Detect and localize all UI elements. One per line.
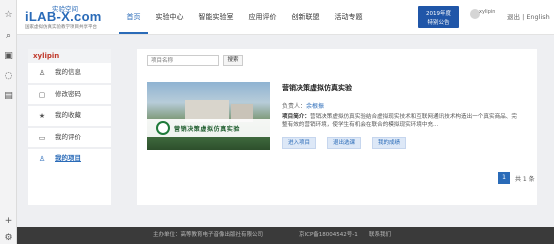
project-intro: 项目简介：营销决策虚拟仿真实验结合虚拟现实技术和互联网通讯技术构造出一个真实商品… [282, 113, 522, 129]
star-icon[interactable]: ☆ [3, 10, 14, 21]
logo-subtitle: 国家虚拟仿真实验教学项目共享平台 [25, 25, 97, 30]
comment-icon: ▭ [38, 133, 46, 142]
cover-banner-text: 营销决策虚拟仿真实验 [174, 126, 241, 133]
owner-name[interactable]: 余根振 [306, 103, 324, 110]
nav-home[interactable]: 首页 [119, 0, 148, 34]
main-content: 搜索 营销决策虚拟仿真实验 营销决策虚拟仿真实验 负责人：余根振 项目简介：营销… [137, 49, 537, 205]
footer-contact-link[interactable]: 联系我们 [369, 227, 391, 244]
drop-course-button[interactable]: 退出选课 [327, 137, 361, 149]
nav-smart-lab[interactable]: 智能实验室 [191, 0, 241, 35]
main-nav: 首页 实验中心 智能实验室 应用评价 创新联盟 活动专题 [119, 0, 370, 35]
school-emblem-icon [156, 121, 170, 135]
owner-label: 负责人： [282, 103, 307, 110]
badge-line1: 2019年度 [426, 11, 451, 17]
chat-icon[interactable]: ◌ [3, 71, 14, 82]
project-search-input[interactable] [147, 55, 219, 66]
add-icon[interactable]: + [3, 216, 14, 227]
logout-language-links[interactable]: 退出 | English [507, 11, 550, 21]
nav-lab-center[interactable]: 实验中心 [148, 0, 191, 35]
user-sidebar: xylipin ♙ 我的信息 ▢ 修改密码 ★ 我的收藏 ▭ 我的评价 ♙ 我的… [28, 49, 111, 205]
logo-main-text: iLAB-X.com [25, 9, 102, 24]
site-header: 实验空间 iLAB-X.com 国家虚拟仿真实验教学项目共享平台 首页 实验中心… [17, 0, 554, 35]
intro-text: 营销决策虚拟仿真实验结合虚拟现实技术和互联网通讯技术构造出一个真实商品、完整有效… [282, 114, 517, 129]
user-icon: ♙ [38, 155, 46, 163]
image-icon[interactable]: ▣ [3, 51, 14, 62]
sidebar-username: xylipin [28, 49, 111, 63]
pagination-current-page[interactable]: 1 [498, 172, 510, 184]
site-footer: 主办单位：高等教育电子音像出版社有限公司 京ICP备18004542号-1 联系… [17, 227, 554, 244]
search-button[interactable]: 搜索 [223, 55, 243, 66]
search-icon[interactable]: ⌕ [3, 31, 14, 42]
settings-icon[interactable]: ⚙ [3, 233, 14, 244]
user-icon: ♙ [38, 69, 46, 77]
project-title[interactable]: 营销决策虚拟仿真实验 [282, 83, 352, 93]
sidebar-item-label: 修改密码 [55, 89, 81, 98]
project-cover-image[interactable]: 营销决策虚拟仿真实验 [147, 82, 270, 150]
footer-icp[interactable]: 京ICP备18004542号-1 [299, 227, 358, 244]
badge-line2: 特别公告 [427, 20, 450, 26]
sidebar-item-reviews[interactable]: ▭ 我的评价 [28, 128, 111, 148]
nav-alliance[interactable]: 创新联盟 [284, 0, 327, 35]
sidebar-item-my-info[interactable]: ♙ 我的信息 [28, 63, 111, 83]
sidebar-item-my-projects[interactable]: ♙ 我的项目 [28, 149, 111, 169]
sidebar-item-change-password[interactable]: ▢ 修改密码 [28, 85, 111, 105]
lock-icon: ▢ [38, 90, 46, 99]
enter-project-button[interactable]: 进入项目 [282, 137, 316, 149]
sidebar-item-favorites[interactable]: ★ 我的收藏 [28, 106, 111, 126]
sidebar-item-label: 我的评价 [55, 132, 81, 141]
nav-evaluation[interactable]: 应用评价 [241, 0, 284, 35]
site-logo[interactable]: 实验空间 iLAB-X.com 国家虚拟仿真实验教学项目共享平台 [25, 3, 113, 33]
project-owner: 负责人：余根振 [282, 101, 324, 110]
footer-sponsor: 主办单位：高等教育电子音像出版社有限公司 [153, 232, 264, 238]
intro-label: 项目简介： [282, 114, 310, 120]
star-icon: ★ [38, 112, 46, 120]
notes-icon[interactable]: ▤ [3, 91, 14, 102]
pagination-total: 共 1 条 [515, 176, 535, 183]
sidebar-item-label: 我的信息 [55, 68, 81, 76]
nav-events[interactable]: 活动专题 [327, 0, 370, 35]
header-username[interactable]: xylipin [479, 9, 495, 15]
sidebar-item-label: 我的收藏 [55, 111, 81, 119]
browser-side-toolbar: ☆ ⌕ ▣ ◌ ▤ + ⚙ [0, 0, 17, 244]
announcement-badge[interactable]: 2019年度 特别公告 [418, 6, 459, 28]
my-grades-button[interactable]: 我的成绩 [372, 137, 406, 149]
sidebar-item-label: 我的项目 [55, 154, 81, 162]
